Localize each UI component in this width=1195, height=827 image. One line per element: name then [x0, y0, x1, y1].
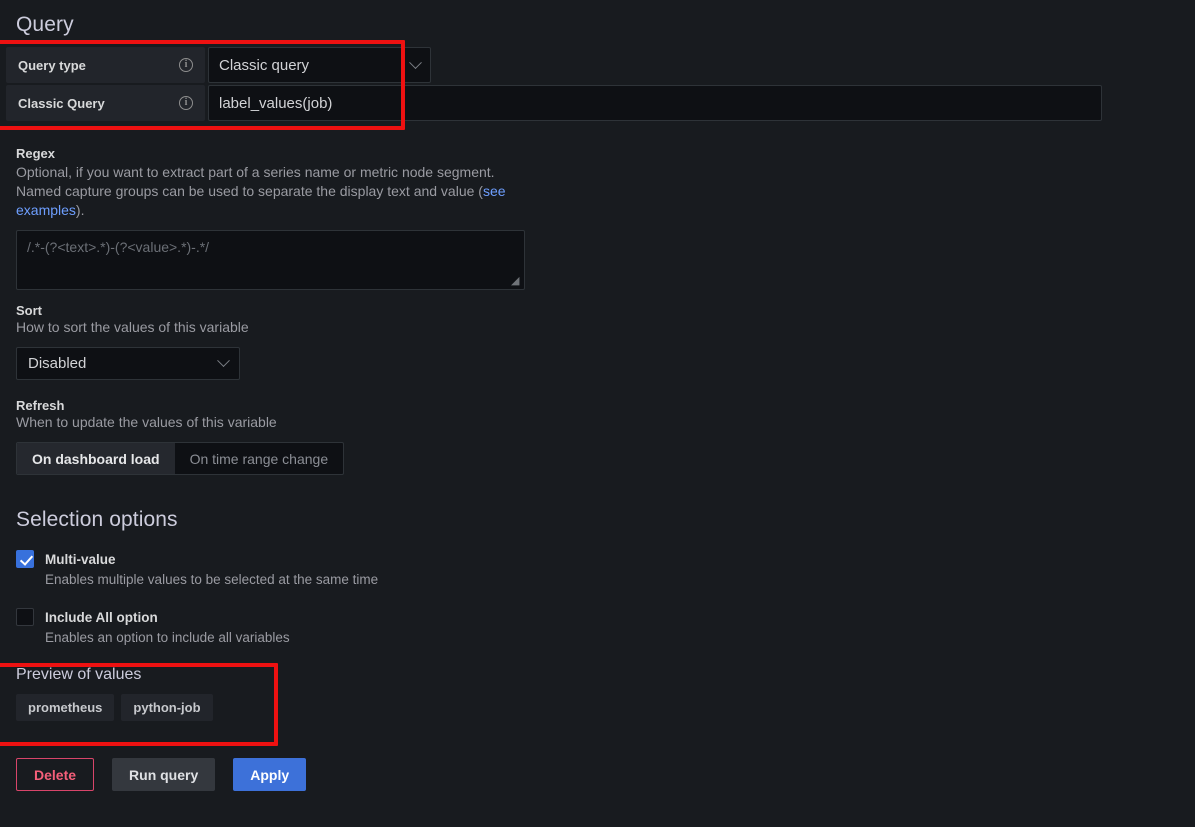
sort-block: Sort How to sort the values of this vari…	[16, 303, 249, 380]
chevron-down-icon	[217, 354, 230, 368]
query-type-label-cell: Query type i	[6, 47, 205, 83]
regex-desc-part2: ).	[75, 202, 85, 218]
delete-button[interactable]: Delete	[16, 758, 95, 791]
preview-chip-list: prometheus python-job	[16, 694, 213, 721]
classic-query-label-cell: Classic Query i	[6, 85, 205, 121]
sort-select[interactable]: Disabled	[16, 347, 240, 380]
sort-selected-value: Disabled	[28, 355, 87, 372]
query-type-label: Query type	[18, 57, 86, 73]
info-icon[interactable]: i	[179, 96, 193, 110]
multi-value-checkbox[interactable]	[16, 550, 34, 568]
info-icon[interactable]: i	[179, 58, 193, 72]
include-all-description: Enables an option to include all variabl…	[45, 630, 290, 645]
regex-placeholder: /.*-(?<text>.*)-(?<value>.*)-.*/	[27, 239, 210, 255]
classic-query-row: Classic Query i label_values(job)	[6, 85, 1102, 121]
preview-chip: python-job	[121, 694, 213, 721]
run-query-button[interactable]: Run query	[112, 758, 216, 791]
chevron-down-icon	[409, 55, 422, 69]
classic-query-value: label_values(job)	[219, 94, 333, 112]
regex-block: Regex Optional, if you want to extract p…	[16, 146, 576, 290]
apply-button[interactable]: Apply	[233, 758, 307, 791]
multi-value-label: Multi-value	[45, 551, 116, 567]
refresh-description: When to update the values of this variab…	[16, 414, 277, 430]
sort-description: How to sort the values of this variable	[16, 319, 249, 335]
refresh-label: Refresh	[16, 398, 65, 413]
refresh-block: Refresh When to update the values of thi…	[16, 398, 345, 475]
regex-label: Regex	[16, 146, 56, 161]
include-all-checkbox[interactable]	[16, 608, 34, 626]
sort-label: Sort	[16, 303, 42, 318]
selection-options-title: Selection options	[16, 508, 178, 531]
refresh-option-on-dashboard-load[interactable]: On dashboard load	[17, 443, 175, 474]
classic-query-input[interactable]: label_values(job)	[208, 85, 1102, 121]
variable-editor-page: Query Query type i Classic query Classic…	[0, 0, 1195, 827]
query-type-row: Query type i Classic query	[6, 47, 1102, 83]
preview-of-values: Preview of values prometheus python-job	[16, 666, 213, 721]
refresh-radio-group: On dashboard load On time range change	[16, 442, 345, 475]
resize-handle-icon[interactable]: ◢	[511, 276, 521, 287]
regex-input[interactable]: /.*-(?<text>.*)-(?<value>.*)-.*/ ◢	[16, 230, 525, 290]
preview-title: Preview of values	[16, 666, 142, 683]
query-rows: Query type i Classic query Classic Query…	[6, 47, 1102, 123]
include-all-option: Include All option Enables an option to …	[16, 608, 290, 645]
regex-desc-part1: Optional, if you want to extract part of…	[16, 164, 495, 199]
query-type-select[interactable]: Classic query	[208, 47, 431, 83]
include-all-label: Include All option	[45, 609, 158, 625]
multi-value-option: Multi-value Enables multiple values to b…	[16, 550, 378, 587]
multi-value-description: Enables multiple values to be selected a…	[45, 572, 379, 587]
action-button-row: Delete Run query Apply	[16, 758, 307, 791]
preview-chip: prometheus	[16, 694, 115, 721]
query-type-value: Classic query	[219, 56, 310, 74]
query-section-title: Query	[16, 13, 74, 36]
include-all-row[interactable]: Include All option	[16, 608, 290, 626]
classic-query-label: Classic Query	[18, 95, 105, 111]
refresh-option-on-time-range-change[interactable]: On time range change	[175, 443, 344, 474]
regex-description: Optional, if you want to extract part of…	[16, 163, 536, 220]
multi-value-row[interactable]: Multi-value	[16, 550, 378, 568]
